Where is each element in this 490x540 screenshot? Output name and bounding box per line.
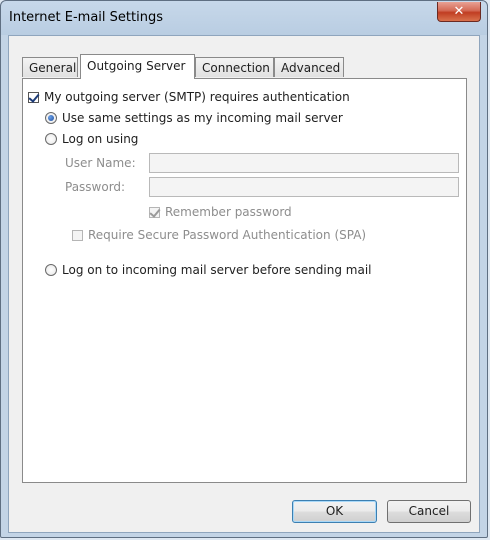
tab-advanced[interactable]: Advanced (274, 57, 344, 77)
remember-password-label: Remember password (165, 205, 292, 219)
log-on-using-label: Log on using (62, 132, 139, 146)
log-on-incoming-radio-row[interactable]: Log on to incoming mail server before se… (45, 263, 372, 277)
close-icon: ✕ (453, 4, 465, 19)
same-settings-radio[interactable] (45, 112, 57, 124)
password-label: Password: (65, 180, 126, 194)
dialog-client-area: General Outgoing Server Connection Advan… (8, 35, 480, 533)
require-spa-row[interactable]: Require Secure Password Authentication (… (72, 228, 366, 242)
remember-password-row[interactable]: Remember password (149, 205, 292, 219)
smtp-auth-checkbox-row[interactable]: My outgoing server (SMTP) requires authe… (28, 90, 350, 104)
ok-button[interactable]: OK (292, 500, 377, 523)
cancel-button[interactable]: Cancel (387, 500, 471, 523)
smtp-auth-checkbox[interactable] (28, 91, 39, 103)
require-spa-label: Require Secure Password Authentication (… (88, 228, 367, 242)
remember-password-checkbox[interactable] (149, 206, 160, 218)
log-on-incoming-label: Log on to incoming mail server before se… (62, 263, 372, 277)
require-spa-checkbox[interactable] (72, 229, 83, 241)
log-on-using-radio[interactable] (45, 133, 57, 145)
user-name-input[interactable] (149, 153, 459, 173)
user-name-label: User Name: (65, 156, 136, 170)
same-settings-label: Use same settings as my incoming mail se… (62, 111, 343, 125)
log-on-incoming-radio[interactable] (45, 264, 57, 276)
tab-general[interactable]: General (22, 57, 78, 77)
same-settings-radio-row[interactable]: Use same settings as my incoming mail se… (45, 111, 343, 125)
password-input[interactable] (149, 177, 459, 197)
window-title: Internet E-mail Settings (9, 10, 163, 25)
outgoing-server-panel: My outgoing server (SMTP) requires authe… (22, 78, 467, 483)
log-on-using-radio-row[interactable]: Log on using (45, 132, 138, 146)
tab-outgoing-server[interactable]: Outgoing Server (80, 54, 195, 79)
close-button[interactable]: ✕ (437, 2, 481, 22)
smtp-auth-label: My outgoing server (SMTP) requires authe… (44, 90, 350, 104)
dialog-window: Internet E-mail Settings ✕ General Outgo… (0, 0, 488, 538)
tab-connection[interactable]: Connection (195, 57, 274, 77)
